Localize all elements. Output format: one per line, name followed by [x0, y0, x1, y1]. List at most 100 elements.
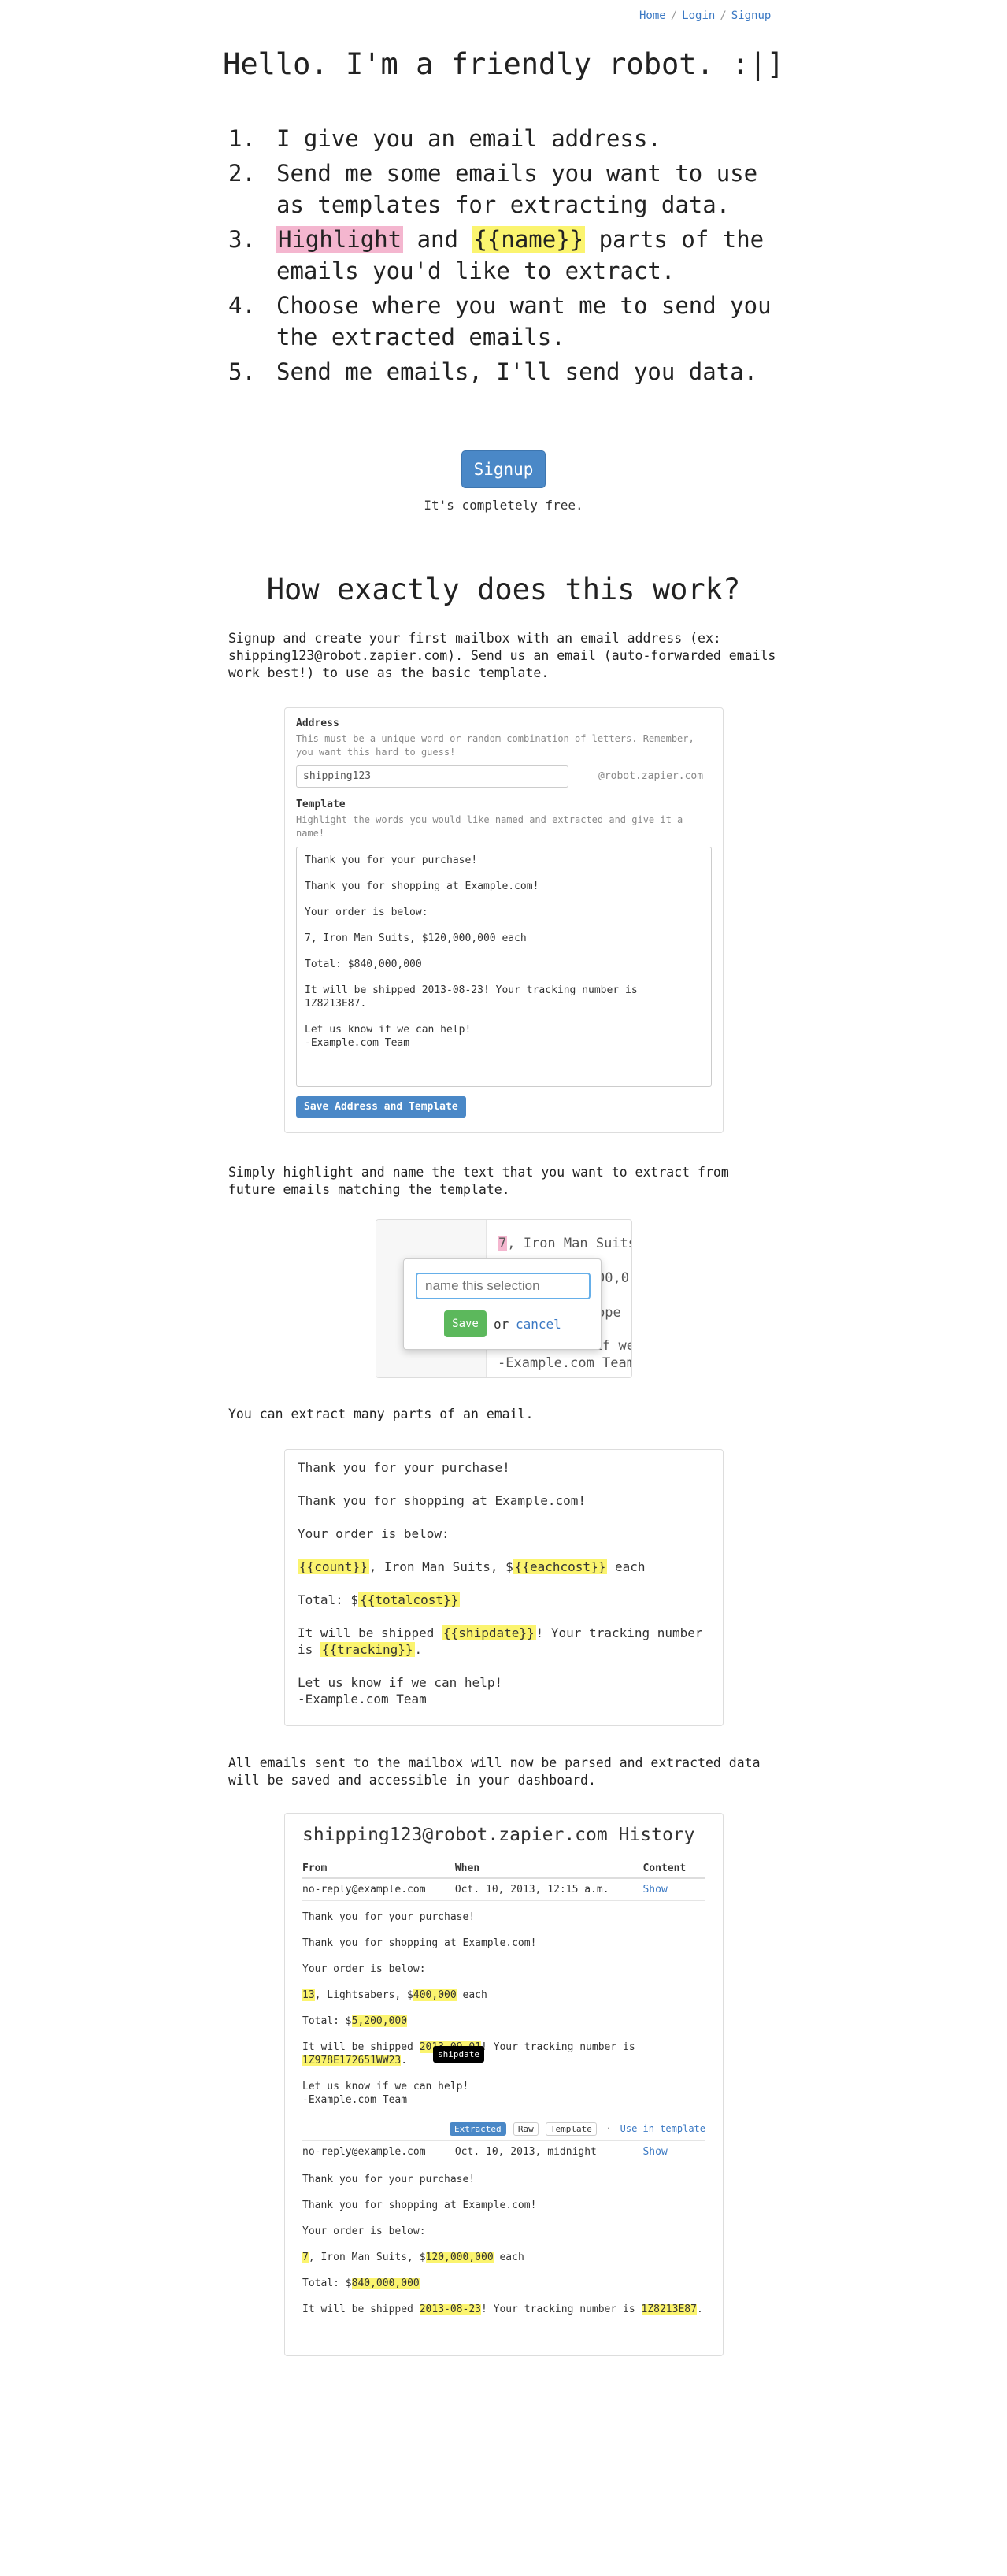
- history-title: shipping123@robot.zapier.com History: [302, 1825, 695, 1845]
- value-shipdate: 2013-08-23: [419, 2304, 481, 2315]
- nav-login-link[interactable]: Login: [682, 9, 715, 22]
- row-when: Oct. 10, 2013, midnight: [454, 2146, 597, 2158]
- row-from: no-reply@example.com: [302, 1884, 426, 1896]
- template-line: Total: $840,000,000: [305, 958, 422, 970]
- selection-name-input[interactable]: [416, 1273, 591, 1299]
- email-line: Let us know if we can help!: [302, 2081, 469, 2092]
- ext-line: Total: $ {{totalcost}}: [298, 1592, 710, 1608]
- email-body: Thank you for your purchase! Thank you f…: [302, 1901, 705, 2107]
- address-label: Address: [296, 717, 339, 729]
- email-line: -Example.com Team: [302, 2094, 408, 2106]
- email-text: , Iron Man Suits, $: [308, 2252, 426, 2263]
- actions-separator: ·: [605, 2123, 612, 2134]
- save-address-template-button[interactable]: Save Address and Template: [296, 1096, 466, 1118]
- step-number: 4.: [228, 292, 256, 319]
- ext-line: {{count}}, Iron Man Suits, $ {{eachcost}}…: [298, 1559, 710, 1575]
- tab-extracted[interactable]: Extracted: [449, 2122, 506, 2136]
- row-show-link[interactable]: Show: [642, 2146, 705, 2158]
- ext-line: Thank you for your purchase!: [298, 1460, 510, 1475]
- template-line: -Example.com Team: [305, 1037, 410, 1049]
- header-content: Content: [642, 1863, 687, 1874]
- email-text: Total: $: [302, 2015, 352, 2027]
- tab-raw[interactable]: Raw: [513, 2122, 539, 2136]
- address-help: This must be a unique word or random com…: [296, 733, 694, 758]
- hero-title: Hello. I'm a friendly robot. :|]: [223, 47, 784, 81]
- popup-or-text: or: [494, 1317, 509, 1332]
- step-text: I give you an email address.: [276, 125, 661, 152]
- email-line: Total: $5,200,000: [302, 2014, 705, 2028]
- template-line: Thank you for your purchase!: [305, 854, 478, 866]
- template-line: Let us know if we can help!: [305, 1024, 472, 1036]
- template-label: Template: [296, 799, 346, 810]
- nav-signup-link[interactable]: Signup: [731, 9, 772, 22]
- name-example: {{name}}: [472, 226, 586, 253]
- signup-button[interactable]: Signup: [461, 450, 546, 488]
- template-textarea[interactable]: Thank you for your purchase! Thank you f…: [296, 847, 712, 1087]
- template-line: It will be shipped 2013-08-23! Your trac…: [305, 984, 638, 1010]
- step-item: 3. Highlight and {{name}} parts of the em…: [228, 224, 779, 287]
- demo-line: 7, Iron Man Suits: [498, 1236, 631, 1251]
- popup-save-button[interactable]: Save: [444, 1310, 487, 1337]
- email-line: 7, Iron Man Suits, $120,000,000 each: [302, 2251, 705, 2264]
- history-table-header: From When Content: [302, 1863, 705, 1879]
- row-show-link[interactable]: Show: [642, 1884, 705, 1896]
- step-item: 1. I give you an email address.: [228, 123, 779, 154]
- step-item: 2. Send me some emails you want to use as…: [228, 158, 779, 221]
- table-row: no-reply@example.com Oct. 10, 2013, midn…: [302, 2140, 705, 2163]
- tab-template[interactable]: Template: [545, 2122, 597, 2136]
- address-template-form: Address This must be a unique word or ra…: [284, 707, 724, 1133]
- field-totalcost: {{totalcost}}: [358, 1592, 461, 1607]
- step-item: 5. Send me emails, I'll send you data.: [228, 356, 779, 387]
- use-in-template-link[interactable]: Use in template: [620, 2123, 705, 2134]
- address-input[interactable]: shipping123: [296, 765, 568, 788]
- saved-paragraph: All emails sent to the mailbox will now …: [228, 1755, 761, 1788]
- value-totalcost: 5,200,000: [351, 2015, 408, 2027]
- email-line: It will be shipped 2013-08-23! Your trac…: [302, 2303, 705, 2316]
- step-text: and: [403, 226, 472, 253]
- email-line: Thank you for your purchase!: [302, 1911, 476, 1923]
- nav-home-link[interactable]: Home: [639, 9, 666, 22]
- email-text: Total: $: [302, 2278, 352, 2289]
- step-number: 2.: [228, 160, 256, 187]
- demo-line: 00,0: [597, 1270, 629, 1286]
- ext-text: It will be shipped: [298, 1625, 442, 1640]
- email-line: Total: $840,000,000: [302, 2277, 705, 2290]
- field-tracking: {{tracking}}: [320, 1642, 415, 1657]
- how-title: How exactly does this work?: [266, 573, 741, 606]
- popup-cancel-link[interactable]: cancel: [516, 1317, 561, 1332]
- email-text: ! Your tracking number is: [481, 2041, 635, 2053]
- email-text: .: [401, 2055, 408, 2066]
- email-line: Thank you for shopping at Example.com!: [302, 1937, 537, 1949]
- row-from: no-reply@example.com: [302, 2146, 426, 2158]
- ext-line: Thank you for shopping at Example.com!: [298, 1493, 587, 1508]
- ext-text: Total: $: [298, 1592, 359, 1607]
- highlight-paragraph: Simply highlight and name the text that …: [228, 1165, 729, 1197]
- mailbox-history-card: shipping123@robot.zapier.com History Fro…: [284, 1813, 724, 2356]
- email-line: Your order is below:: [302, 1963, 426, 1975]
- free-text: It's completely free.: [424, 498, 583, 513]
- template-line: Your order is below:: [305, 906, 428, 918]
- ext-line: -Example.com Team: [298, 1692, 427, 1707]
- email-text: each: [456, 1989, 487, 2001]
- ext-text: , Iron Man Suits, $: [368, 1559, 513, 1574]
- step-text: Send me emails, I'll send you data.: [276, 358, 758, 385]
- email-text: It will be shipped: [302, 2041, 420, 2053]
- step-item: 4. Choose where you want me to send you t…: [228, 290, 779, 353]
- template-help: Highlight the words you would like named…: [296, 814, 683, 839]
- intro-paragraph: Signup and create your first mailbox wit…: [228, 631, 776, 680]
- template-line: 7, Iron Man Suits, $120,000,000 each: [305, 932, 527, 944]
- row-when: Oct. 10, 2013, 12:15 a.m.: [454, 1884, 609, 1896]
- ext-text: .: [414, 1642, 423, 1657]
- nav-separator: /: [720, 9, 727, 22]
- extract-many-paragraph: You can extract many parts of an email.: [228, 1407, 534, 1421]
- email-line: Thank you for shopping at Example.com!: [302, 2200, 537, 2211]
- demo-line: -Example.com Team: [498, 1355, 632, 1371]
- name-selection-popup: Save or cancel: [403, 1258, 602, 1350]
- top-nav: Home / Login / Signup: [639, 9, 771, 22]
- email-line: Your order is below:: [302, 2226, 426, 2237]
- highlight-example: Highlight: [276, 226, 404, 253]
- value-tracking: 1Z8213E87: [641, 2304, 697, 2315]
- email-body: Thank you for your purchase! Thank you f…: [302, 2163, 705, 2316]
- step-text: Choose where you want me to send you the…: [276, 292, 772, 350]
- address-suffix: @robot.zapier.com: [598, 770, 704, 782]
